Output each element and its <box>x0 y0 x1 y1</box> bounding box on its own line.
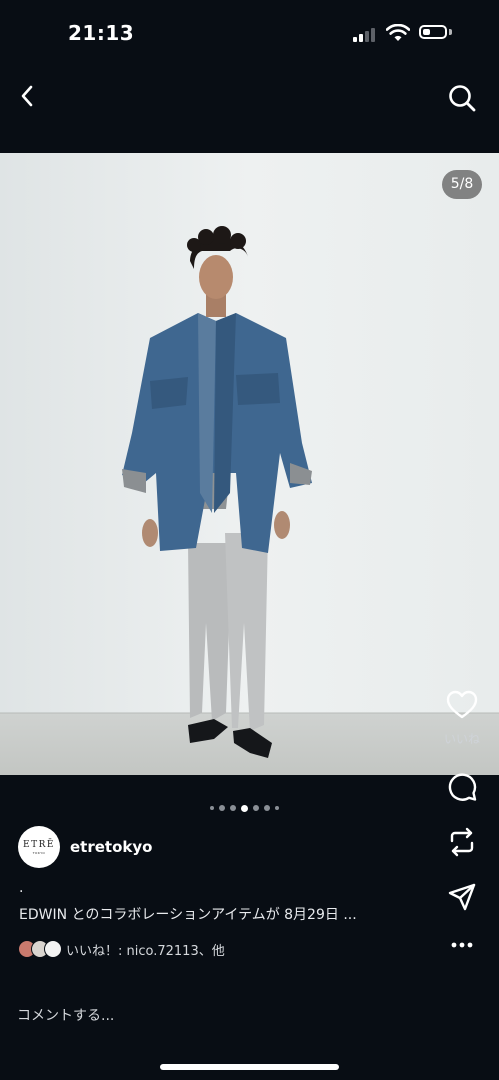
post-photo[interactable] <box>0 153 499 775</box>
liked-by-row[interactable]: いいね！: nico.72113、他 <box>18 938 225 960</box>
avatar-logo: ETRĒ <box>23 839 55 850</box>
comment-icon[interactable] <box>430 767 494 807</box>
avatar <box>44 940 62 958</box>
heart-icon[interactable] <box>430 685 494 725</box>
caption-lead: . <box>19 880 24 896</box>
image-index-badge: 5/8 <box>442 170 482 199</box>
home-indicator[interactable] <box>160 1064 339 1070</box>
cellular-signal-icon <box>353 26 381 42</box>
carousel-dot-active <box>241 804 248 812</box>
username[interactable]: etretokyo <box>70 838 152 856</box>
liked-by-avatars <box>18 940 64 958</box>
battery-level <box>423 29 430 35</box>
like-count[interactable]: いいね <box>430 730 494 747</box>
search-icon[interactable] <box>446 82 478 114</box>
post-caption[interactable]: EDWIN とのコラボレーションアイテムが 8月29日 ... <box>19 904 419 924</box>
comment-input[interactable]: コメントする... <box>17 1005 114 1025</box>
share-icon[interactable] <box>430 877 494 917</box>
liked-by-text: いいね！: nico.72113、他 <box>66 943 225 959</box>
repost-icon[interactable] <box>430 822 494 862</box>
battery-icon <box>419 25 447 39</box>
chevron-left-icon[interactable] <box>14 82 42 110</box>
nav-bar <box>0 66 499 152</box>
carousel-indicator <box>210 803 279 813</box>
carousel-dot <box>219 805 225 811</box>
carousel-dot <box>275 806 279 810</box>
avatar-sub: TOKYO <box>32 850 46 855</box>
carousel-dot <box>264 805 270 811</box>
status-time: 21:13 <box>68 21 135 45</box>
more-icon[interactable] <box>430 925 494 965</box>
battery-cap <box>449 29 452 35</box>
carousel-dot <box>253 805 259 811</box>
carousel-dot <box>230 805 236 811</box>
post-author[interactable]: ETRĒ TOKYO etretokyo <box>18 826 152 868</box>
avatar[interactable]: ETRĒ TOKYO <box>18 826 60 868</box>
wifi-icon <box>385 23 411 42</box>
status-bar: 21:13 <box>0 0 499 66</box>
carousel-dot <box>210 806 214 810</box>
